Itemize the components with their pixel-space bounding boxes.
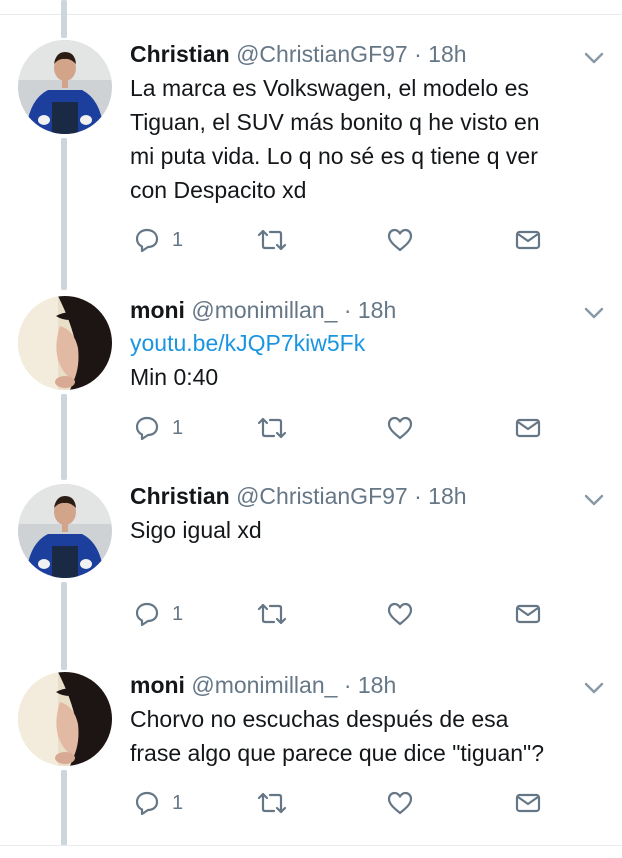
heart-icon — [387, 791, 413, 815]
avatar-woman-image — [18, 296, 112, 390]
envelope-icon — [515, 418, 541, 438]
avatar[interactable] — [18, 672, 112, 766]
tweet-text: Sigo igual xd — [130, 513, 600, 547]
tweet-actions: 1 — [130, 225, 600, 255]
retweet-icon — [257, 229, 287, 251]
direct-message-button[interactable] — [514, 413, 542, 443]
retweet-icon — [257, 417, 287, 439]
avatar[interactable] — [18, 40, 112, 134]
thread-line — [61, 0, 67, 38]
retweet-button[interactable] — [256, 225, 288, 255]
tweet-header: Christian @ChristianGF97 · 18h — [130, 40, 467, 68]
tweet-text-line: Sigo igual xd — [130, 517, 262, 543]
author-handle[interactable]: @monimillan_ — [191, 672, 337, 698]
tweet-time[interactable]: 18h — [428, 41, 466, 67]
retweet-button[interactable] — [256, 599, 288, 629]
tweet-text-line: Min 0:40 — [130, 364, 219, 390]
tweet-time[interactable]: 18h — [358, 672, 396, 698]
tweet-time[interactable]: 18h — [358, 297, 396, 323]
envelope-icon — [515, 793, 541, 813]
tweet-actions: 1 — [130, 599, 600, 629]
separator-dot: · — [343, 672, 352, 698]
author-handle[interactable]: @monimillan_ — [191, 297, 337, 323]
retweet-icon — [257, 603, 287, 625]
chevron-down-icon[interactable] — [583, 493, 605, 507]
tweet-header: Christian @ChristianGF97 · 18h — [130, 482, 467, 510]
tweet-text-line: La marca es Volkswagen, el modelo es — [130, 75, 529, 101]
tweet-actions: 1 — [130, 413, 600, 443]
chevron-down-icon[interactable] — [583, 306, 605, 320]
tweet[interactable]: Christian @ChristianGF97 · 18h La marca … — [0, 38, 622, 278]
like-button[interactable] — [386, 599, 414, 629]
tweet-header: moni @monimillan_ · 18h — [130, 671, 396, 699]
bottom-divider — [0, 845, 622, 846]
author-name[interactable]: Christian — [130, 41, 230, 67]
tweet[interactable]: Christian @ChristianGF97 · 18h Sigo igua… — [0, 480, 622, 640]
reply-button[interactable]: 1 — [134, 413, 183, 443]
direct-message-button[interactable] — [514, 599, 542, 629]
tweet[interactable]: moni @monimillan_ · 18h youtu.be/kJQP7ki… — [0, 292, 622, 452]
envelope-icon — [515, 230, 541, 250]
heart-icon — [387, 602, 413, 626]
reply-count: 1 — [172, 791, 184, 814]
tweet-text: La marca es Volkswagen, el modelo es Tig… — [130, 71, 600, 207]
retweet-icon — [257, 792, 287, 814]
heart-icon — [387, 416, 413, 440]
tweet-text: youtu.be/kJQP7kiw5Fk Min 0:40 — [130, 326, 600, 394]
reply-count: 1 — [172, 416, 184, 439]
reply-button[interactable]: 1 — [134, 788, 183, 818]
tweet-text-line: Chorvo no escuchas después de esa — [130, 706, 509, 732]
reply-icon — [135, 416, 159, 441]
reply-icon — [135, 602, 159, 627]
author-name[interactable]: Christian — [130, 483, 230, 509]
tweet-header: moni @monimillan_ · 18h — [130, 296, 396, 324]
tweet-text-line: mi puta vida. Lo q no sé es q tiene q ve… — [130, 143, 538, 169]
retweet-button[interactable] — [256, 413, 288, 443]
tweet-link[interactable]: youtu.be/kJQP7kiw5Fk — [130, 326, 600, 360]
tweet-time[interactable]: 18h — [428, 483, 466, 509]
reply-count: 1 — [172, 602, 184, 625]
like-button[interactable] — [386, 225, 414, 255]
heart-icon — [387, 228, 413, 252]
chevron-down-icon[interactable] — [583, 51, 605, 65]
tweet-text-line: Tiguan, el SUV más bonito q he visto en — [130, 109, 540, 135]
reply-count: 1 — [172, 228, 184, 251]
tweet-text-line: frase algo que parece que dice "tiguan"? — [130, 740, 545, 766]
like-button[interactable] — [386, 788, 414, 818]
author-name[interactable]: moni — [130, 297, 185, 323]
direct-message-button[interactable] — [514, 788, 542, 818]
direct-message-button[interactable] — [514, 225, 542, 255]
avatar-man-image — [18, 40, 112, 134]
author-name[interactable]: moni — [130, 672, 185, 698]
tweet-text: Chorvo no escuchas después de esa frase … — [130, 702, 600, 770]
separator-dot: · — [343, 297, 352, 323]
tweet[interactable]: moni @monimillan_ · 18h Chorvo no escuch… — [0, 668, 622, 838]
reply-icon — [135, 228, 159, 253]
tweet-actions: 1 — [130, 788, 600, 818]
reply-button[interactable]: 1 — [134, 599, 183, 629]
avatar-man-image — [18, 484, 112, 578]
author-handle[interactable]: @ChristianGF97 — [236, 483, 408, 509]
separator-dot: · — [414, 483, 422, 509]
tweet-text-line: con Despacito xd — [130, 177, 307, 203]
separator-dot: · — [414, 41, 422, 67]
envelope-icon — [515, 604, 541, 624]
chevron-down-icon[interactable] — [583, 681, 605, 695]
author-handle[interactable]: @ChristianGF97 — [236, 41, 408, 67]
avatar-woman-image — [18, 672, 112, 766]
like-button[interactable] — [386, 413, 414, 443]
top-divider — [0, 14, 622, 15]
reply-button[interactable]: 1 — [134, 225, 183, 255]
retweet-button[interactable] — [256, 788, 288, 818]
avatar[interactable] — [18, 484, 112, 578]
reply-icon — [135, 791, 159, 816]
avatar[interactable] — [18, 296, 112, 390]
